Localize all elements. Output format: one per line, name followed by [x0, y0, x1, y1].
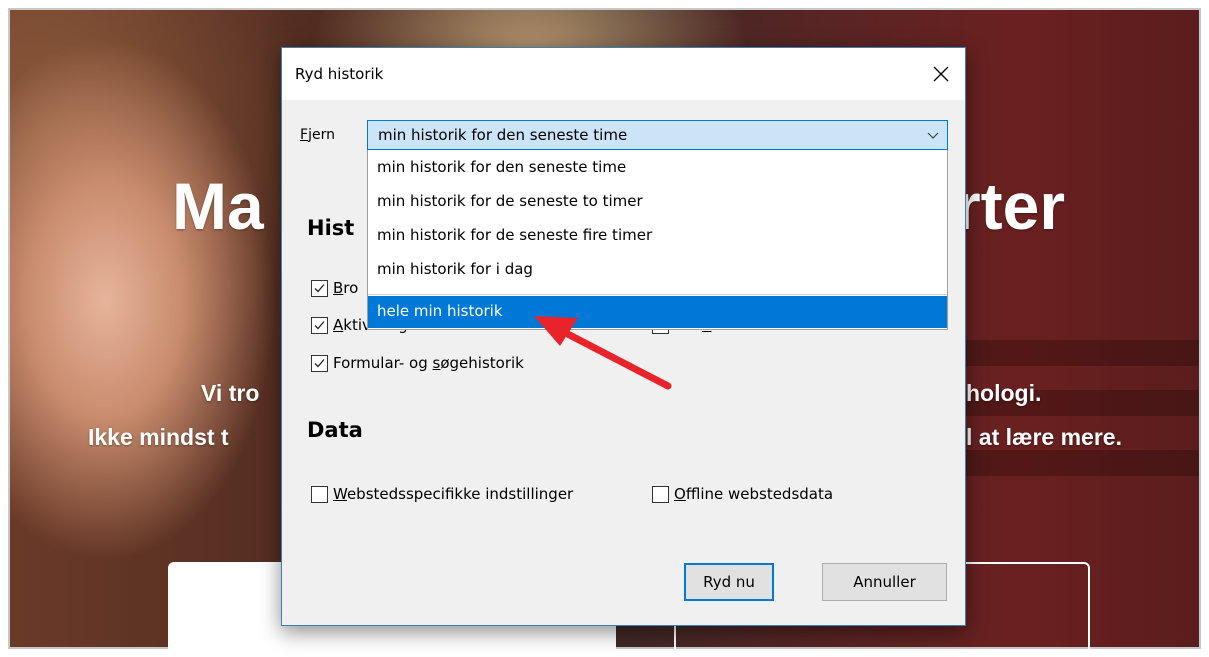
close-icon [933, 66, 949, 82]
dropdown-option-last-two-hours[interactable]: min historik for de seneste to timer [368, 186, 947, 218]
clear-now-button[interactable]: Ryd nu [684, 563, 774, 601]
background-text-line2-left: Ikke mindst t [88, 424, 229, 450]
checkbox-label: Webstedsspecifikke indstillinger [333, 485, 574, 503]
fjern-label: Fjern [300, 127, 335, 143]
checkbox-box[interactable] [311, 316, 328, 334]
data-section-heading: Data [307, 418, 363, 442]
checkbox-offline-website-data[interactable]: Offline webstedsdata [652, 485, 833, 503]
background-text-line1-left: Vi tro [201, 380, 260, 406]
dropdown-option-today[interactable]: min historik for i dag [368, 254, 947, 286]
checkbox-browsing-history[interactable]: Bro [311, 279, 358, 297]
checkbox-box[interactable] [652, 485, 669, 503]
checkbox-form-search-history[interactable]: Formular- og søgehistorik [311, 354, 524, 372]
background-text-line1-right: hologi. [966, 380, 1042, 406]
dropdown-option-last-hour[interactable]: min historik for den seneste time [368, 152, 947, 184]
checkbox-site-settings[interactable]: Webstedsspecifikke indstillinger [311, 485, 573, 503]
checkmark-icon [314, 358, 325, 367]
checkmark-icon [314, 320, 325, 329]
close-button[interactable] [921, 54, 961, 94]
dialog-titlebar: Ryd historik [282, 48, 965, 100]
red-arrow-annotation [534, 316, 672, 390]
checkmark-icon [314, 283, 325, 292]
checkbox-label: Offline webstedsdata [674, 485, 834, 503]
time-range-selected-value: min historik for den seneste time [378, 126, 628, 144]
dropdown-option-last-four-hours[interactable]: min historik for de seneste fire timer [368, 220, 947, 252]
background-heading-left: Ma [172, 169, 264, 243]
checkbox-label: Formular- og søgehistorik [333, 354, 524, 372]
history-section-heading: Hist [307, 216, 355, 240]
background-text-line2-right: l at lære mere. [966, 424, 1122, 450]
dialog-title: Ryd historik [295, 65, 384, 83]
background-heading-right: rter [955, 169, 1066, 243]
checkbox-box[interactable] [311, 485, 328, 503]
dropdown-separator [368, 294, 947, 295]
chevron-down-icon [927, 132, 939, 139]
checkbox-label: Bro [333, 279, 359, 297]
checkbox-box[interactable] [311, 354, 328, 372]
checkbox-box[interactable] [311, 279, 328, 297]
time-range-select[interactable]: min historik for den seneste time [367, 120, 948, 150]
cancel-button[interactable]: Annuller [822, 563, 947, 601]
